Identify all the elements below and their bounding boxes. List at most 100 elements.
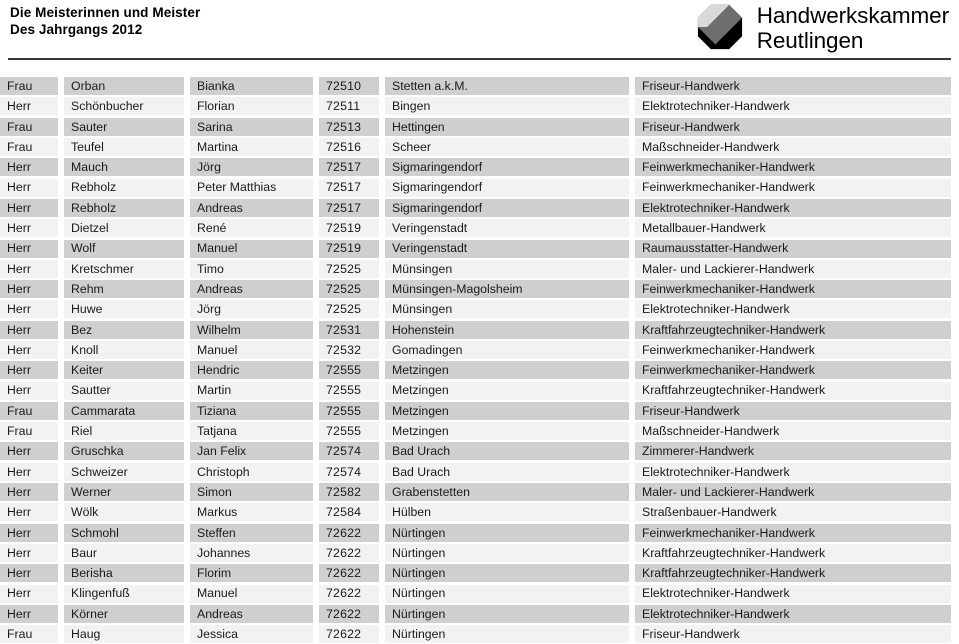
cell-trade: Feinwerkmechaniker-Handwerk bbox=[635, 341, 951, 359]
table-row: Herr Klingenfuß Manuel 72622 Nürtingen Elektr… bbox=[0, 583, 959, 603]
cell-trade: Elektrotechniker-Handwerk bbox=[635, 300, 951, 319]
cell-lastname: Schmohl bbox=[64, 523, 184, 542]
cell-firstname: Martina bbox=[190, 138, 313, 157]
cell-salutation: Herr bbox=[0, 320, 58, 339]
table-row: Herr Knoll Manuel 72532 Gomadingen Feinwerkme… bbox=[0, 340, 959, 360]
cell-lastname: Kretschmer bbox=[64, 259, 184, 278]
cell-salutation: Herr bbox=[0, 442, 58, 461]
cell-trade: Kraftfahrzeugtechniker-Handwerk bbox=[635, 381, 951, 400]
cell-postal-code: 72622 bbox=[319, 564, 379, 583]
header-divider bbox=[8, 58, 951, 60]
cell-lastname: Sautter bbox=[64, 381, 184, 400]
cell-lastname: Knoll bbox=[64, 341, 184, 359]
cell-city: Nürtingen bbox=[385, 523, 629, 542]
cell-lastname: Riel bbox=[64, 422, 184, 441]
cell-lastname: Huwe bbox=[64, 300, 184, 319]
cell-lastname: Wölk bbox=[64, 503, 184, 522]
table-row: Frau Teufel Martina 72516 Scheer Maßschneider… bbox=[0, 137, 959, 157]
cell-postal-code: 72525 bbox=[319, 259, 379, 278]
cell-city: Nürtingen bbox=[385, 604, 629, 623]
cell-firstname: Andreas bbox=[190, 198, 313, 217]
cell-trade: Elektrotechniker-Handwerk bbox=[635, 584, 951, 603]
table-row: Herr Wölk Markus 72584 Hülben Straßenbauer-Ha… bbox=[0, 502, 959, 522]
cell-trade: Feinwerkmechaniker-Handwerk bbox=[635, 178, 951, 197]
cell-city: Münsingen bbox=[385, 259, 629, 278]
cell-city: Grabenstetten bbox=[385, 483, 629, 502]
cell-firstname: Peter Matthias bbox=[190, 178, 313, 197]
cell-firstname: Martin bbox=[190, 381, 313, 400]
page-title-line-1: Die Meisterinnen und Meister bbox=[10, 5, 201, 20]
table-row: Herr Kretschmer Timo 72525 Münsingen Maler- u… bbox=[0, 259, 959, 279]
table-row: Herr Schweizer Christoph 72574 Bad Urach Elek… bbox=[0, 462, 959, 482]
cell-city: Stetten a.k.M. bbox=[385, 77, 629, 96]
cell-city: Nürtingen bbox=[385, 625, 629, 644]
table-row: Frau Haug Jessica 72622 Nürtingen Friseur-Han… bbox=[0, 624, 959, 644]
cell-city: Veringenstadt bbox=[385, 219, 629, 238]
cell-trade: Feinwerkmechaniker-Handwerk bbox=[635, 361, 951, 380]
cell-salutation: Herr bbox=[0, 564, 58, 583]
cell-postal-code: 72519 bbox=[319, 219, 379, 238]
cell-salutation: Herr bbox=[0, 178, 58, 197]
cell-lastname: Keiter bbox=[64, 361, 184, 380]
table-row: Herr Gruschka Jan Felix 72574 Bad Urach Zimme… bbox=[0, 441, 959, 461]
cell-salutation: Frau bbox=[0, 77, 58, 96]
cell-postal-code: 72622 bbox=[319, 523, 379, 542]
cell-postal-code: 72532 bbox=[319, 341, 379, 359]
page-title-line-2: Des Jahrgangs 2012 bbox=[10, 22, 143, 37]
cell-city: Veringenstadt bbox=[385, 239, 629, 258]
table-row: Herr Werner Simon 72582 Grabenstetten Maler- … bbox=[0, 482, 959, 502]
cell-firstname: Andreas bbox=[190, 604, 313, 623]
cell-lastname: Rebholz bbox=[64, 198, 184, 217]
cell-city: Sigmaringendorf bbox=[385, 158, 629, 177]
cell-trade: Metallbauer-Handwerk bbox=[635, 219, 951, 238]
cell-trade: Maler- und Lackierer-Handwerk bbox=[635, 483, 951, 502]
cell-trade: Feinwerkmechaniker-Handwerk bbox=[635, 280, 951, 299]
cell-trade: Feinwerkmechaniker-Handwerk bbox=[635, 523, 951, 542]
table-row: Herr Körner Andreas 72622 Nürtingen Elektrote… bbox=[0, 604, 959, 624]
cell-salutation: Herr bbox=[0, 523, 58, 542]
cell-firstname: Manuel bbox=[190, 239, 313, 258]
cell-city: Nürtingen bbox=[385, 564, 629, 583]
cell-lastname: Gruschka bbox=[64, 442, 184, 461]
cell-lastname: Dietzel bbox=[64, 219, 184, 238]
cell-firstname: Tiziana bbox=[190, 401, 313, 420]
cell-firstname: Jörg bbox=[190, 300, 313, 319]
cell-postal-code: 72555 bbox=[319, 401, 379, 420]
cell-salutation: Herr bbox=[0, 259, 58, 278]
organization-logo: Handwerkskammer Reutlingen bbox=[697, 3, 949, 53]
cell-firstname: Johannes bbox=[190, 543, 313, 562]
cell-salutation: Herr bbox=[0, 198, 58, 217]
cell-firstname: Tatjana bbox=[190, 422, 313, 441]
cell-salutation: Frau bbox=[0, 117, 58, 136]
cell-lastname: Cammarata bbox=[64, 401, 184, 420]
cell-trade: Feinwerkmechaniker-Handwerk bbox=[635, 158, 951, 177]
cell-city: Scheer bbox=[385, 138, 629, 157]
cell-salutation: Herr bbox=[0, 158, 58, 177]
cell-salutation: Frau bbox=[0, 401, 58, 420]
table-row: Herr Schönbucher Florian 72511 Bingen Elektro… bbox=[0, 96, 959, 116]
table-row: Herr Rebholz Andreas 72517 Sigmaringendorf El… bbox=[0, 198, 959, 218]
cell-salutation: Herr bbox=[0, 361, 58, 380]
cell-postal-code: 72513 bbox=[319, 117, 379, 136]
cell-postal-code: 72531 bbox=[319, 320, 379, 339]
cell-salutation: Herr bbox=[0, 604, 58, 623]
organization-location: Reutlingen bbox=[756, 28, 864, 53]
cell-trade: Kraftfahrzeugtechniker-Handwerk bbox=[635, 320, 951, 339]
cell-postal-code: 72517 bbox=[319, 178, 379, 197]
table-row: Herr Keiter Hendric 72555 Metzingen Feinwerkm… bbox=[0, 360, 959, 380]
cell-trade: Maßschneider-Handwerk bbox=[635, 422, 951, 441]
cell-trade: Elektrotechniker-Handwerk bbox=[635, 198, 951, 217]
cell-lastname: Sauter bbox=[64, 117, 184, 136]
cell-firstname: Manuel bbox=[190, 341, 313, 359]
cell-trade: Straßenbauer-Handwerk bbox=[635, 503, 951, 522]
cell-salutation: Herr bbox=[0, 543, 58, 562]
table-row: Frau Cammarata Tiziana 72555 Metzingen Friseu… bbox=[0, 401, 959, 421]
cell-firstname: René bbox=[190, 219, 313, 238]
cell-firstname: Timo bbox=[190, 259, 313, 278]
cell-trade: Zimmerer-Handwerk bbox=[635, 442, 951, 461]
table-row: Herr Schmohl Steffen 72622 Nürtingen Feinwerk… bbox=[0, 523, 959, 543]
cell-firstname: Jörg bbox=[190, 158, 313, 177]
cell-salutation: Herr bbox=[0, 503, 58, 522]
cell-city: Bingen bbox=[385, 97, 629, 116]
cell-lastname: Bez bbox=[64, 320, 184, 339]
